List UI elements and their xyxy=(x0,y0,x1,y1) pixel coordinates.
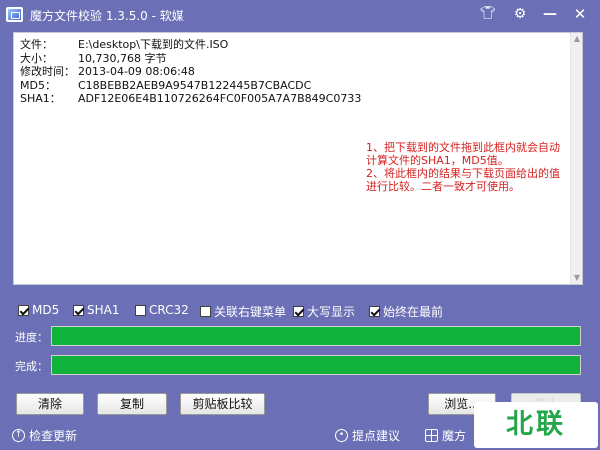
option-label: 大写显示 xyxy=(307,305,356,319)
checkbox[interactable] xyxy=(200,306,211,317)
info-key: 大小： xyxy=(20,51,53,65)
check-update-link[interactable]: ↑ 检查更新 xyxy=(12,427,77,444)
file-info-text: 文件： E:\desktop\下载到的文件.ISO 大小： 10,730,768 字… xyxy=(20,38,361,106)
hint-line: 1、把下载到的文件拖到此框内就会自动 xyxy=(366,141,560,154)
checkbox[interactable] xyxy=(369,306,380,317)
app-logo-icon xyxy=(6,7,23,22)
info-row-sha1: SHA1： ADF12E06E4B110726264FC0F005A7A7B849… xyxy=(20,92,361,106)
option-sha1[interactable]: SHA1 xyxy=(73,303,119,317)
minimize-icon[interactable]: — xyxy=(538,3,562,25)
checkbox[interactable] xyxy=(73,304,84,316)
progress-bar xyxy=(51,326,581,346)
hint-line: 计算文件的SHA1，MD5值。 xyxy=(366,154,509,167)
option-always-on-top[interactable]: 始终在最前 xyxy=(369,303,443,320)
info-value: C18BEBB2AEB9A9547B122445B7CBACDC xyxy=(78,78,312,92)
info-row-modified: 修改时间： 2013-04-09 08:06:48 xyxy=(20,65,361,79)
scroll-up-arrow-icon[interactable]: ▲ xyxy=(571,33,583,45)
hint-line: 2、将此框内的结果与下载页面给出的值 xyxy=(366,167,560,180)
checkbox[interactable] xyxy=(293,306,304,317)
info-row-md5: MD5： C18BEBB2AEB9A9547B122445B7CBACDC xyxy=(20,79,361,93)
lightbulb-icon: • xyxy=(335,429,348,442)
checkbox[interactable] xyxy=(135,304,146,316)
watermark-logo: 北联 xyxy=(474,402,598,448)
info-value: 2013-04-09 08:06:48 xyxy=(78,65,195,78)
upload-arrow-icon: ↑ xyxy=(12,429,25,442)
usage-hint: 1、把下载到的文件拖到此框内就会自动 计算文件的SHA1，MD5值。 2、将此框… xyxy=(366,141,576,193)
clipboard-compare-button[interactable]: 剪贴板比较 xyxy=(180,393,265,415)
complete-bar xyxy=(51,355,581,375)
info-key: 修改时间： xyxy=(20,65,75,78)
window-title: 魔方文件校验 1.3.5.0 - 软媒 xyxy=(30,9,184,23)
title-bar: 魔方文件校验 1.3.5.0 - 软媒 👕︎ ⚙ — ✕ xyxy=(0,0,600,30)
option-md5[interactable]: MD5 xyxy=(18,303,59,317)
clear-button[interactable]: 清除 xyxy=(16,393,84,415)
option-label: SHA1 xyxy=(87,303,120,317)
option-label: 始终在最前 xyxy=(383,305,444,319)
scroll-down-arrow-icon[interactable]: ▼ xyxy=(571,272,583,284)
vertical-scrollbar[interactable]: ▲ ▼ xyxy=(570,33,582,284)
complete-label: 完成： xyxy=(15,360,48,373)
suggestion-link[interactable]: • 提点建议 xyxy=(335,427,400,444)
info-value: 10,730,768 字节 xyxy=(78,51,167,65)
skin-icon[interactable]: 👕︎ xyxy=(476,3,500,25)
info-row-size: 大小： 10,730,768 字节 xyxy=(20,52,361,66)
info-value: E:\desktop\下载到的文件.ISO xyxy=(78,38,229,51)
option-crc32[interactable]: CRC32 xyxy=(135,303,189,317)
option-uppercase[interactable]: 大写显示 xyxy=(293,303,355,320)
option-label: 关联右键菜单 xyxy=(214,305,287,319)
info-key: SHA1： xyxy=(20,92,61,105)
info-key: 文件： xyxy=(20,38,53,51)
option-context-menu[interactable]: 关联右键菜单 xyxy=(200,303,286,320)
progress-bar-fill xyxy=(52,327,580,345)
check-update-label: 检查更新 xyxy=(29,429,78,443)
file-info-panel[interactable]: 文件： E:\desktop\下载到的文件.ISO 大小： 10,730,768 字… xyxy=(13,32,583,285)
checkbox[interactable] xyxy=(18,304,29,316)
info-value: ADF12E06E4B110726264FC0F005A7A7B849C0733 xyxy=(78,92,362,105)
mofang-link[interactable]: 魔方 xyxy=(425,427,466,444)
complete-bar-fill xyxy=(52,356,580,374)
copy-button[interactable]: 复制 xyxy=(97,393,167,415)
suggestion-label: 提点建议 xyxy=(352,429,401,443)
grid-icon xyxy=(425,429,438,442)
close-icon[interactable]: ✕ xyxy=(568,3,592,25)
hint-line: 进行比较。二者一致才可使用。 xyxy=(366,180,520,193)
option-label: MD5 xyxy=(32,303,60,317)
mofang-label: 魔方 xyxy=(442,429,467,443)
option-label: CRC32 xyxy=(149,303,189,317)
info-key: MD5： xyxy=(20,78,56,92)
progress-label: 进度： xyxy=(15,331,48,344)
settings-icon[interactable]: ⚙ xyxy=(508,3,532,25)
info-row-file: 文件： E:\desktop\下载到的文件.ISO xyxy=(20,38,361,52)
